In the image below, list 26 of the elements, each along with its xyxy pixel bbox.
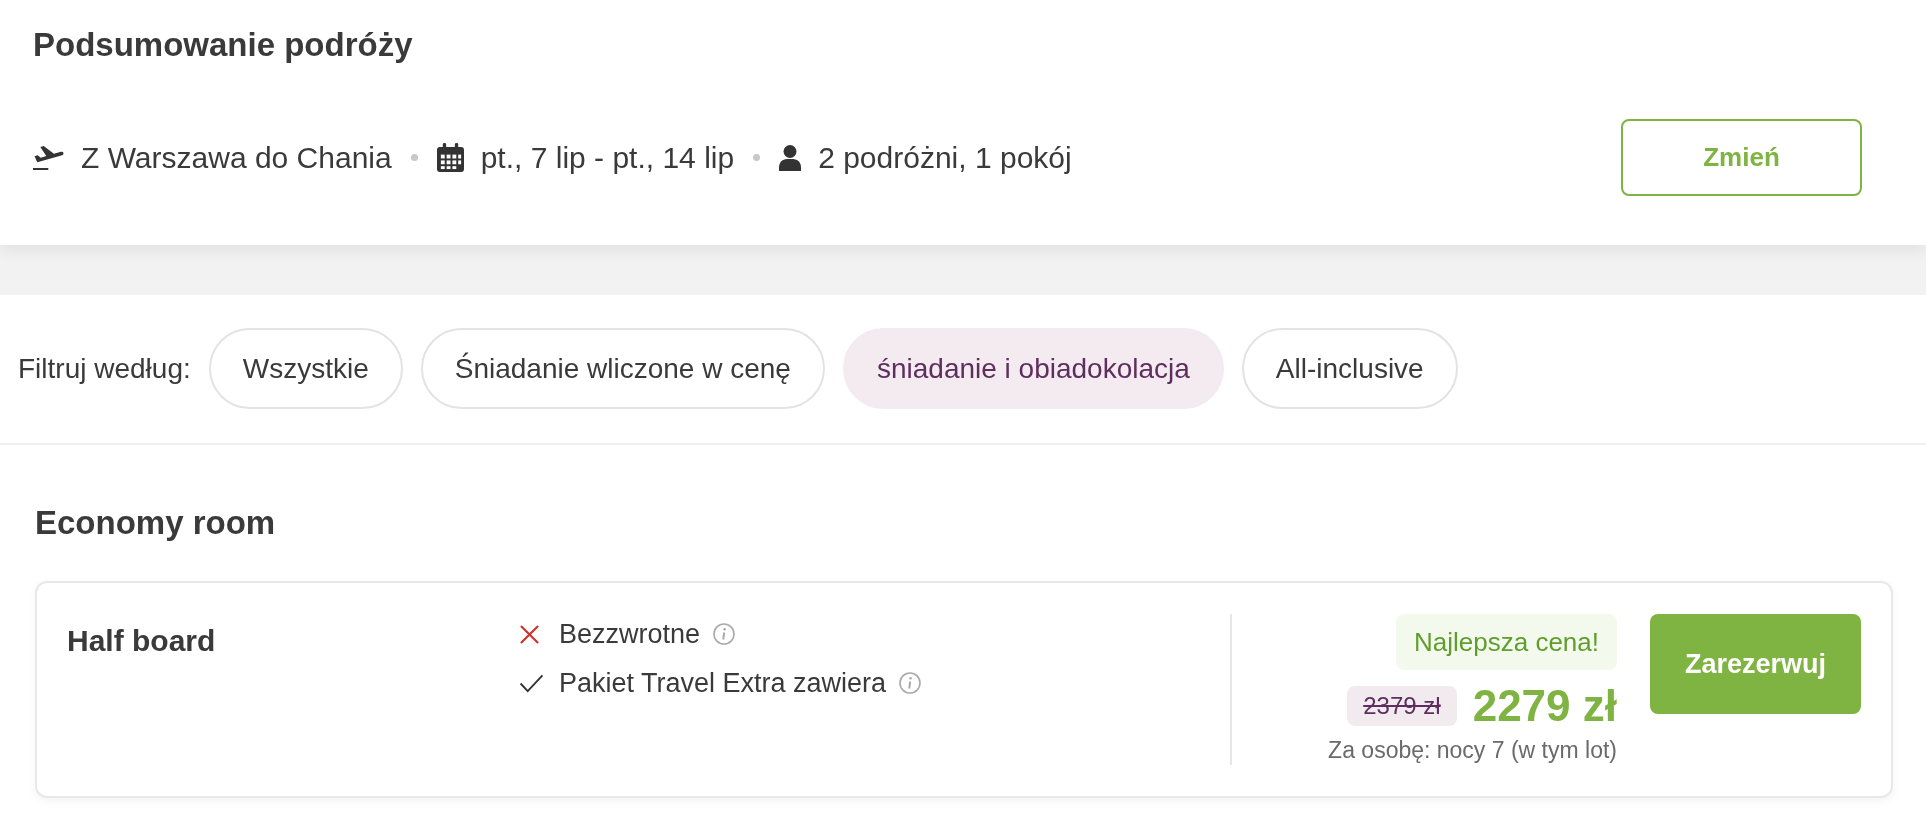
info-icon[interactable] bbox=[713, 623, 736, 645]
feature-text: Bezzwrotne bbox=[559, 618, 701, 651]
feature-text: Pakiet Travel Extra zawiera bbox=[559, 667, 887, 700]
filter-label: Filtruj według: bbox=[18, 352, 191, 385]
filter-chip[interactable]: śniadanie i obiadokolacja bbox=[842, 328, 1224, 409]
dates-text: pt., 7 lip - pt., 14 lip bbox=[480, 139, 735, 176]
price-note: Za osobę: nocy 7 (w tym lot) bbox=[1328, 736, 1617, 765]
person-icon bbox=[779, 144, 802, 171]
price-text: 2279 zł bbox=[1472, 684, 1617, 728]
calendar-icon bbox=[436, 143, 464, 172]
board-name: Half board bbox=[67, 623, 216, 659]
old-price: 2379 zł bbox=[1347, 686, 1457, 726]
filter-chip[interactable]: All-inclusive bbox=[1241, 328, 1458, 409]
separator-dot-icon bbox=[410, 154, 418, 161]
check-icon bbox=[519, 673, 544, 693]
info-icon[interactable] bbox=[899, 672, 922, 694]
plane-icon bbox=[33, 145, 64, 170]
summary-title: Podsumowanie podróży bbox=[33, 25, 413, 65]
best-price-badge: Najlepsza cena! bbox=[1396, 614, 1617, 670]
separator-dot-icon bbox=[753, 154, 761, 161]
room-title: Economy room bbox=[35, 503, 276, 543]
filter-chip[interactable]: Śniadanie wliczone w cenę bbox=[420, 328, 825, 409]
travelers-text: 2 podróżni, 1 pokój bbox=[818, 139, 1072, 176]
route-text: Z Warszawa do Chania bbox=[81, 139, 392, 176]
filter-chip[interactable]: Wszystkie bbox=[208, 328, 403, 409]
cross-icon bbox=[519, 623, 540, 645]
